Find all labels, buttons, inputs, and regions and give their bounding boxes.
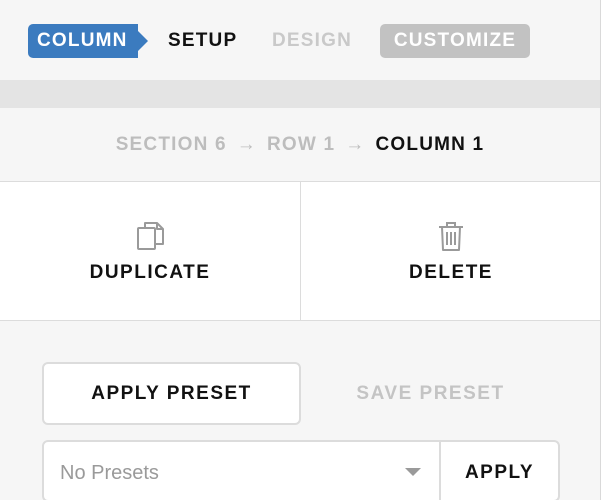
breadcrumb: SECTION 6 → ROW 1 → COLUMN 1 bbox=[0, 108, 600, 182]
tab-design[interactable]: DESIGN bbox=[272, 24, 352, 58]
tab-column-label: COLUMN bbox=[37, 30, 128, 51]
trash-icon bbox=[436, 220, 466, 252]
tab-customize[interactable]: CUSTOMIZE bbox=[380, 24, 530, 58]
column-actions: DUPLICATE DELETE bbox=[0, 182, 600, 321]
delete-button[interactable]: DELETE bbox=[301, 182, 601, 320]
duplicate-button[interactable]: DUPLICATE bbox=[0, 182, 301, 320]
tab-column[interactable]: COLUMN bbox=[28, 24, 148, 58]
apply-preset-tab[interactable]: APPLY PRESET bbox=[42, 362, 301, 425]
divider-strip bbox=[0, 80, 600, 108]
chevron-down-icon bbox=[405, 468, 421, 476]
save-preset-tab[interactable]: SAVE PRESET bbox=[301, 362, 560, 425]
duplicate-label: DUPLICATE bbox=[89, 262, 211, 283]
tab-setup[interactable]: SETUP bbox=[168, 24, 237, 58]
preset-select-row: No Presets APPLY bbox=[42, 440, 560, 500]
breadcrumb-separator: → bbox=[236, 134, 257, 155]
breadcrumb-column: COLUMN 1 bbox=[375, 134, 485, 155]
breadcrumb-separator: → bbox=[345, 134, 366, 155]
preset-select-value: No Presets bbox=[60, 462, 159, 484]
breadcrumb-row[interactable]: ROW 1 bbox=[267, 134, 335, 155]
breadcrumb-section[interactable]: SECTION 6 bbox=[116, 134, 227, 155]
copy-icon bbox=[135, 220, 165, 252]
column-settings-panel: COLUMN SETUP DESIGN CUSTOMIZE SECTION 6 →… bbox=[0, 0, 601, 500]
tab-bar: COLUMN SETUP DESIGN CUSTOMIZE bbox=[0, 0, 600, 80]
preset-select[interactable]: No Presets bbox=[44, 442, 441, 500]
apply-button[interactable]: APPLY bbox=[441, 442, 558, 500]
tab-arrow-icon bbox=[138, 31, 148, 51]
presets-section: APPLY PRESET SAVE PRESET No Presets APPL… bbox=[0, 321, 600, 500]
delete-label: DELETE bbox=[409, 262, 493, 283]
